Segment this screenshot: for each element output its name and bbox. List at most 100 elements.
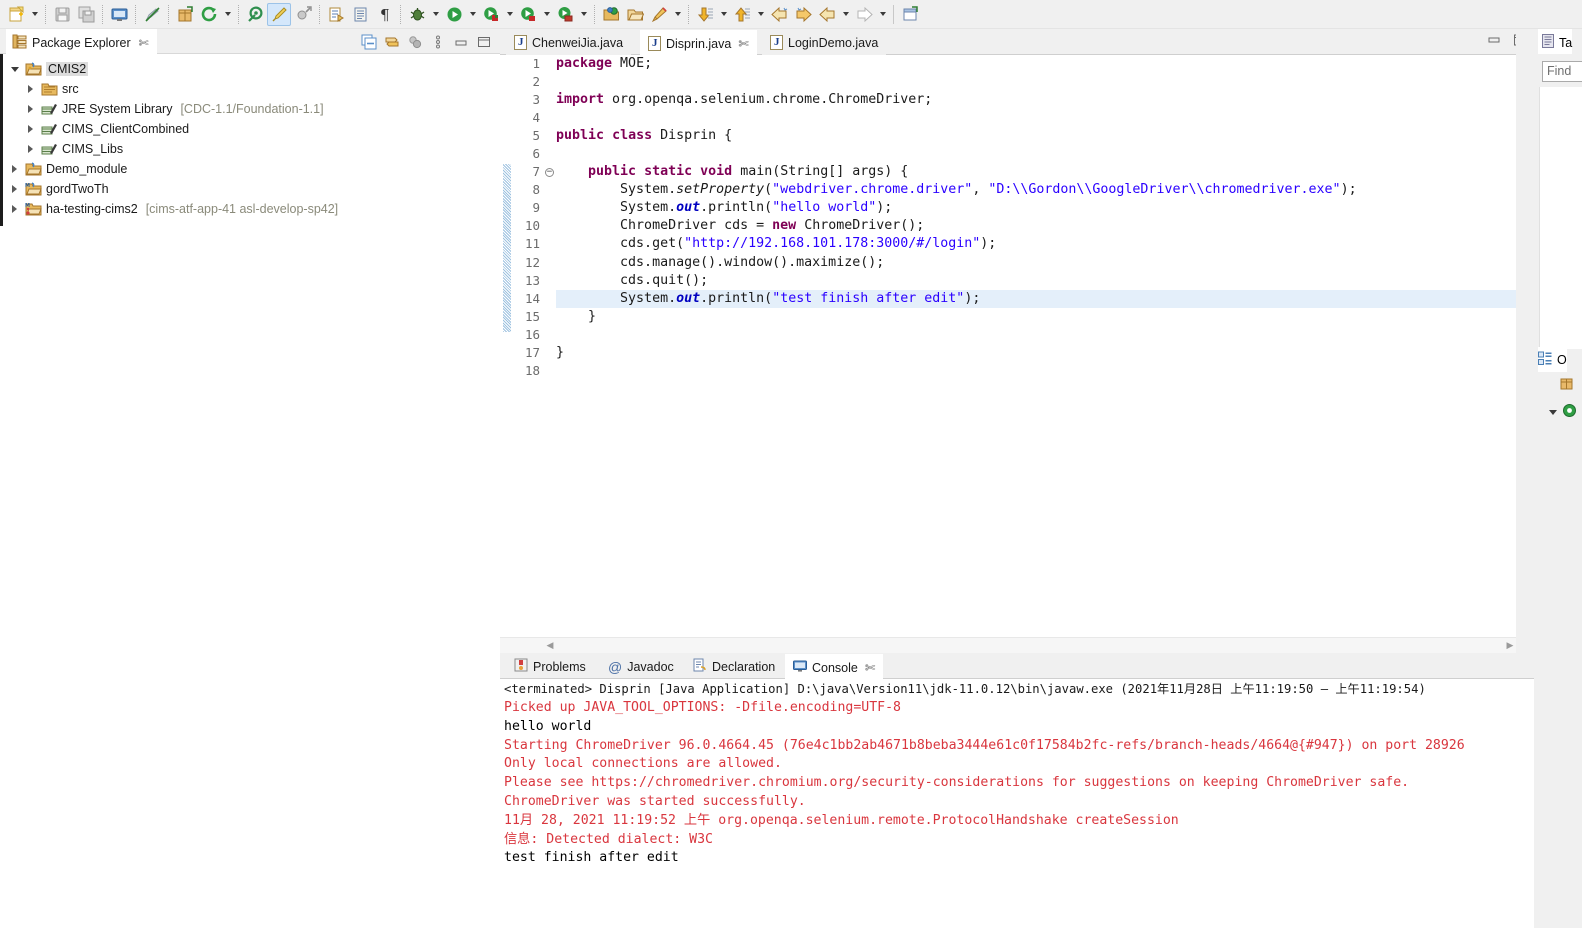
open-folder-icon[interactable] [623,3,647,26]
code-text[interactable]: package MOE; import org.openqa.selenium.… [556,55,1516,627]
code-line[interactable]: package MOE; [556,55,1516,73]
task-icon[interactable] [324,3,348,26]
run-last-dropdown[interactable] [577,3,590,26]
task-list-body[interactable] [1539,87,1582,349]
new-file-icon[interactable] [4,3,28,26]
chevron-right-icon[interactable] [24,123,37,136]
chevron-right-icon[interactable] [8,183,21,196]
coverage-icon[interactable] [479,3,503,26]
tree-item-cims-clientcombined[interactable]: CIMS_ClientCombined [0,119,500,139]
chevron-right-icon[interactable] [24,143,37,156]
code-line[interactable]: System.out.println("test finish after ed… [556,289,1516,308]
console-output[interactable]: Picked up JAVA_TOOL_OPTIONS: -Dfile.enco… [500,699,1582,928]
package-icon[interactable] [173,3,197,26]
pen-icon[interactable] [647,3,671,26]
toolbar-profile[interactable] [516,2,553,26]
next-annotation-dropdown[interactable] [717,3,730,26]
tab-javadoc[interactable]: @ Javadoc [600,654,682,679]
chevron-right-icon[interactable] [8,163,21,176]
profile-icon[interactable] [516,3,540,26]
code-line[interactable]: import org.openqa.selenium.chrome.Chrome… [556,91,1516,109]
back-arrow-icon[interactable] [767,3,791,26]
run-play-icon[interactable] [442,3,466,26]
annotation-ruler[interactable] [500,55,512,627]
outline-row-package[interactable] [1560,377,1574,394]
toolbar-coverage[interactable] [479,2,516,26]
toolbar-next-edit[interactable] [852,2,889,26]
code-line[interactable] [556,109,1516,127]
tab-declaration[interactable]: Declaration [685,654,783,679]
code-line[interactable]: cds.get("http://192.168.101.178:3000/#/l… [556,235,1516,253]
code-line[interactable]: System.out.println("hello world"); [556,199,1516,217]
code-line[interactable] [556,326,1516,344]
toolbar-previous-edit[interactable] [815,2,852,26]
code-line[interactable] [556,145,1516,163]
minimize-icon[interactable] [1486,33,1502,50]
previous-edit-dropdown[interactable] [839,3,852,26]
close-icon[interactable]: ✄ [139,36,149,50]
chevron-down-icon[interactable] [1546,406,1559,419]
tab-console[interactable]: Console ✄ [785,654,884,679]
run-external-icon[interactable] [291,3,315,26]
collapse-all-icon[interactable] [359,32,379,52]
previous-annotation-dropdown[interactable] [754,3,767,26]
code-line[interactable]: cds.manage().window().maximize(); [556,254,1516,272]
code-line[interactable]: public class Disprin { [556,127,1516,145]
coverage-dropdown[interactable] [503,3,516,26]
maximize-icon[interactable] [474,32,494,52]
tree-item-demo-module[interactable]: Demo_module [0,159,500,179]
tab-disprin-java[interactable]: Disprin.java ✄ [640,30,757,55]
tree-item-gordtwoth[interactable]: M gordTwoTh [0,179,500,199]
tree-item-src[interactable]: src [0,79,500,99]
code-line[interactable] [556,73,1516,91]
down-arrow-icon[interactable] [693,3,717,26]
tab-outline[interactable]: O [1538,347,1567,372]
build-brush-icon[interactable] [267,2,291,26]
toolbar-run[interactable] [442,2,479,26]
close-icon[interactable]: ✄ [865,660,875,675]
close-icon[interactable]: ✄ [738,36,748,51]
right-arrow-gray-icon[interactable] [852,3,876,26]
tree-item-ha-testing-cims2[interactable]: M ha-testing-cims2 [cims-atf-app-41 asl-… [0,199,500,219]
folding-ruler[interactable]: − [544,55,556,627]
tab-task-list[interactable]: Ta [1538,29,1573,54]
tab-problems[interactable]: Problems [506,654,594,679]
code-line[interactable]: System.setProperty("webdriver.chrome.dri… [556,181,1516,199]
chevron-down-icon[interactable] [8,63,21,76]
toolbar-run-last[interactable] [553,2,590,26]
console-icon[interactable] [107,3,131,26]
toolbar-next-annotation[interactable] [693,2,730,26]
run-lock-icon[interactable] [553,3,577,26]
new-wizard-dropdown[interactable] [28,3,41,26]
view-menu-icon[interactable] [428,32,448,52]
open-folder-green-icon[interactable] [599,3,623,26]
minimize-icon[interactable] [451,32,471,52]
code-line[interactable] [556,362,1516,380]
refresh-dropdown[interactable] [221,3,234,26]
code-editor[interactable]: 1 2 3 4 5 6 7 8 9 10 11 12 13 14 15 16 17 18 − package MO… [500,55,1534,653]
package-explorer-tree[interactable]: CMIS2 src JRE System Library [CDC-1.1/Fo… [0,54,500,928]
toolbar-debug[interactable] [405,2,442,26]
pilcrow-icon[interactable]: ¶ [372,3,396,26]
left-arrow-icon[interactable] [815,3,839,26]
toolbar-previous-annotation[interactable] [730,2,767,26]
debug-bug-icon[interactable] [405,3,429,26]
outline-row-class[interactable] [1546,403,1577,421]
pencil-strike-icon[interactable] [140,3,164,26]
chevron-right-icon[interactable] [24,103,37,116]
toolbar-new-wizard[interactable] [4,2,41,26]
tab-logindemo-java[interactable]: LoginDemo.java [762,30,887,55]
tab-package-explorer[interactable]: Package Explorer ✄ [6,29,157,54]
focus-on-active-task-icon[interactable] [405,32,425,52]
open-type-icon[interactable] [348,3,372,26]
code-line[interactable]: } [556,308,1516,326]
run-dropdown[interactable] [466,3,479,26]
refresh-icon[interactable] [197,3,221,26]
chevron-right-icon[interactable] [24,83,37,96]
tree-item-cims-libs[interactable]: CIMS_Libs [0,139,500,159]
profile-dropdown[interactable] [540,3,553,26]
code-line[interactable]: } [556,344,1516,362]
java-project-icon[interactable] [243,3,267,26]
save-all-icon[interactable] [74,3,98,26]
toolbar-refresh[interactable] [197,2,234,26]
